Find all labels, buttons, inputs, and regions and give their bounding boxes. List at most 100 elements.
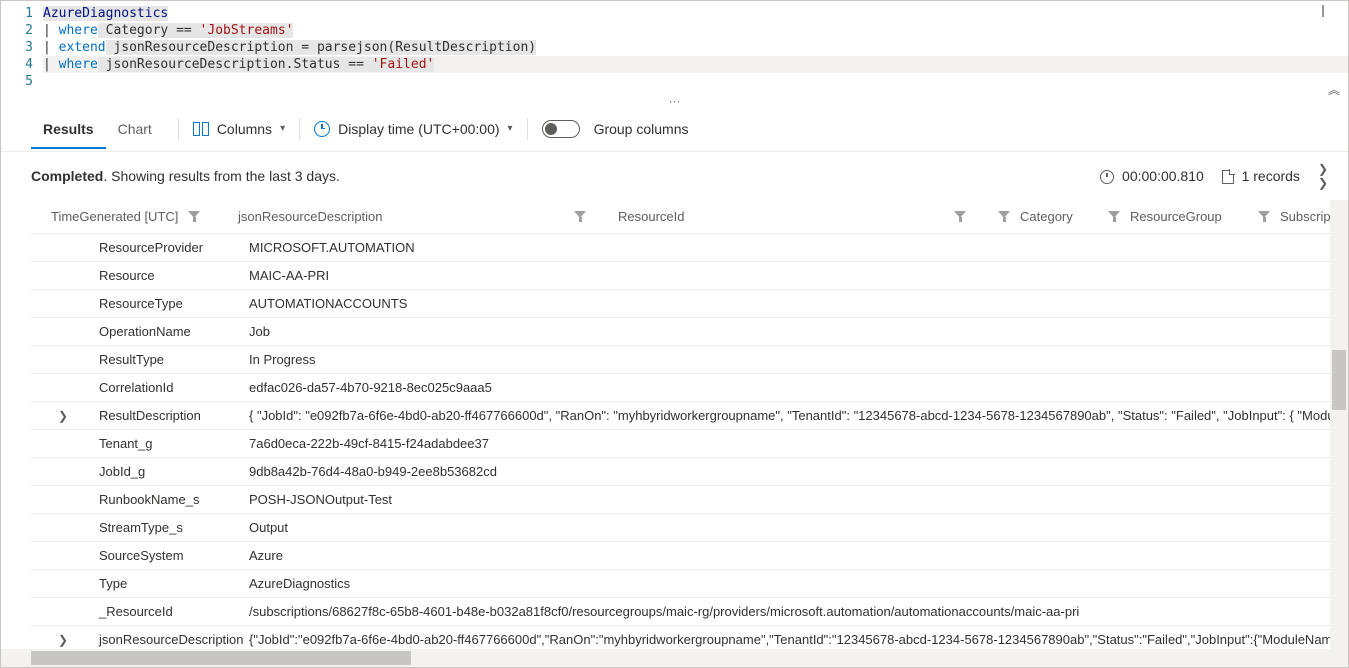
divider	[527, 118, 528, 140]
col-label: Category	[1020, 209, 1073, 224]
field-name: Type	[95, 576, 245, 591]
chevron-down-icon: ▾	[508, 123, 513, 134]
filter-icon[interactable]	[574, 211, 586, 223]
field-name: ResultDescription	[95, 408, 245, 423]
group-columns-toggle[interactable]	[542, 120, 580, 138]
col-label: jsonResourceDescription	[238, 209, 383, 224]
field-name: SourceSystem	[95, 548, 245, 563]
detail-row[interactable]: Tenant_g7a6d0eca-222b-49cf-8415-f24adabd…	[31, 430, 1348, 458]
columns-label: Columns	[217, 121, 272, 137]
row-expander[interactable]: ❯	[31, 633, 95, 647]
field-value: AUTOMATIONACCOUNTS	[245, 296, 1348, 311]
detail-row[interactable]: OperationNameJob	[31, 318, 1348, 346]
col-time-generated[interactable]: TimeGenerated [UTC]	[31, 209, 218, 224]
status-detail: . Showing results from the last 3 days.	[103, 168, 340, 184]
results-toolbar: Results Chart Columns ▾ Display time (UT…	[1, 106, 1348, 152]
field-value: /subscriptions/68627f8c-65b8-4601-b48e-b…	[245, 604, 1348, 619]
col-category[interactable]: Category	[978, 209, 1088, 224]
detail-row[interactable]: _ResourceId/subscriptions/68627f8c-65b8-…	[31, 598, 1348, 626]
horizontal-scrollbar[interactable]	[1, 649, 1348, 667]
field-value: 9db8a42b-76d4-48a0-b949-2ee8b53682cd	[245, 464, 1348, 479]
filter-icon[interactable]	[1108, 211, 1120, 223]
field-value: MAIC-AA-PRI	[245, 268, 1348, 283]
columns-icon	[193, 122, 209, 136]
col-label: ResourceGroup	[1130, 209, 1222, 224]
divider	[299, 118, 300, 140]
horizontal-scroll-thumb[interactable]	[31, 651, 411, 665]
timer-icon	[1100, 170, 1114, 184]
field-value: Output	[245, 520, 1348, 535]
editor-resize-handle[interactable]: ···	[1, 92, 1348, 106]
field-name: Tenant_g	[95, 436, 245, 451]
col-resource-group[interactable]: ResourceGroup	[1088, 209, 1238, 224]
detail-row[interactable]: ResourceProviderMICROSOFT.AUTOMATION	[31, 234, 1348, 262]
filter-icon[interactable]	[998, 211, 1010, 223]
detail-row[interactable]: ResultTypeIn Progress	[31, 346, 1348, 374]
vertical-scroll-thumb[interactable]	[1332, 350, 1346, 410]
col-label: TimeGenerated [UTC]	[51, 209, 178, 224]
records-value: 1 records	[1242, 168, 1300, 184]
query-editor[interactable]: 12345 AzureDiagnostics| where Category =…	[1, 1, 1348, 92]
minimap-strip	[1322, 5, 1324, 17]
grid-header-row: TimeGenerated [UTC] jsonResourceDescript…	[31, 200, 1348, 234]
field-value: AzureDiagnostics	[245, 576, 1348, 591]
tab-results[interactable]: Results	[31, 109, 106, 149]
expand-icon[interactable]: ❯❯	[1318, 162, 1328, 190]
detail-row[interactable]: SourceSystemAzure	[31, 542, 1348, 570]
status-text: Completed. Showing results from the last…	[31, 168, 340, 184]
field-value: MICROSOFT.AUTOMATION	[245, 240, 1348, 255]
filter-icon[interactable]	[188, 211, 200, 223]
detail-row[interactable]: ResourceTypeAUTOMATIONACCOUNTS	[31, 290, 1348, 318]
detail-row[interactable]: TypeAzureDiagnostics	[31, 570, 1348, 598]
detail-row[interactable]: JobId_g9db8a42b-76d4-48a0-b949-2ee8b5368…	[31, 458, 1348, 486]
filter-icon[interactable]	[1258, 211, 1270, 223]
detail-rows: ResourceProviderMICROSOFT.AUTOMATIONReso…	[31, 234, 1348, 667]
clock-icon	[314, 121, 330, 137]
field-name: CorrelationId	[95, 380, 245, 395]
field-name: jsonResourceDescription	[95, 632, 245, 647]
field-name: _ResourceId	[95, 604, 245, 619]
records-icon	[1222, 170, 1234, 184]
field-name: JobId_g	[95, 464, 245, 479]
group-columns-toggle-wrap: Group columns	[542, 120, 689, 138]
field-value: POSH-JSONOutput-Test	[245, 492, 1348, 507]
group-columns-label: Group columns	[594, 121, 689, 137]
filter-icon[interactable]	[954, 211, 966, 223]
status-completed: Completed	[31, 168, 103, 184]
field-value: In Progress	[245, 352, 1348, 367]
status-bar: Completed. Showing results from the last…	[1, 152, 1348, 200]
row-expander[interactable]: ❯	[31, 409, 95, 423]
col-label: Subscrip	[1280, 209, 1331, 224]
elapsed-time: 00:00:00.810	[1100, 168, 1204, 184]
detail-row[interactable]: CorrelationIdedfac026-da57-4b70-9218-8ec…	[31, 374, 1348, 402]
field-name: RunbookName_s	[95, 492, 245, 507]
col-resource-id[interactable]: ResourceId	[598, 209, 978, 224]
field-value: Job	[245, 324, 1348, 339]
code-area[interactable]: AzureDiagnostics| where Category == 'Job…	[43, 5, 1348, 90]
detail-row[interactable]: ❯ResultDescription{ "JobId": "e092fb7a-6…	[31, 402, 1348, 430]
field-value: Azure	[245, 548, 1348, 563]
divider	[178, 118, 179, 140]
field-value: {"JobId":"e092fb7a-6f6e-4bd0-ab20-ff4677…	[245, 632, 1348, 647]
detail-row[interactable]: ResourceMAIC-AA-PRI	[31, 262, 1348, 290]
field-value: edfac026-da57-4b70-9218-8ec025c9aaa5	[245, 380, 1348, 395]
field-value: { "JobId": "e092fb7a-6f6e-4bd0-ab20-ff46…	[245, 408, 1348, 423]
field-name: ResourceProvider	[95, 240, 245, 255]
log-analytics-window: 12345 AzureDiagnostics| where Category =…	[0, 0, 1349, 668]
field-value: 7a6d0eca-222b-49cf-8415-f24adabdee37	[245, 436, 1348, 451]
detail-row[interactable]: StreamType_sOutput	[31, 514, 1348, 542]
col-label: ResourceId	[618, 209, 684, 224]
elapsed-value: 00:00:00.810	[1122, 168, 1204, 184]
tab-chart[interactable]: Chart	[106, 109, 164, 149]
detail-row[interactable]: RunbookName_sPOSH-JSONOutput-Test	[31, 486, 1348, 514]
col-json-resource-description[interactable]: jsonResourceDescription	[218, 209, 598, 224]
results-grid: TimeGenerated [UTC] jsonResourceDescript…	[1, 200, 1348, 667]
vertical-scrollbar[interactable]	[1330, 200, 1348, 649]
field-name: ResultType	[95, 352, 245, 367]
collapse-icon[interactable]: ︽	[1328, 81, 1340, 98]
chevron-down-icon: ▾	[280, 123, 285, 134]
columns-picker[interactable]: Columns ▾	[193, 121, 285, 137]
display-time-picker[interactable]: Display time (UTC+00:00) ▾	[314, 121, 512, 137]
record-count: 1 records	[1222, 168, 1300, 184]
display-time-label: Display time (UTC+00:00)	[338, 121, 499, 137]
